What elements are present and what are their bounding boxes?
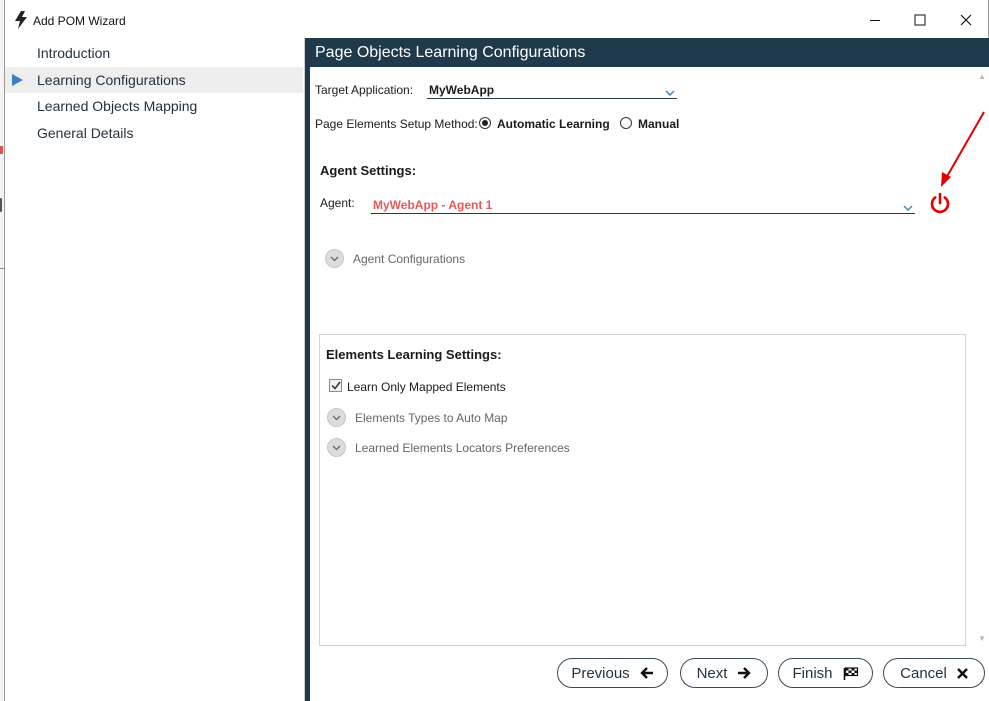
chevron-down-icon (325, 249, 344, 268)
wizard-page: Page Objects Learning Configurations ▲ ▼… (310, 38, 989, 701)
maximize-icon (914, 14, 926, 26)
previous-button-label: Previous (571, 664, 630, 682)
wizard-window: Add POM Wizard Introduction Learning Con… (4, 0, 989, 701)
chevron-down-icon (665, 84, 675, 102)
target-application-label: Target Application: (315, 83, 414, 97)
scroll-down-icon[interactable]: ▼ (978, 634, 986, 643)
agent-settings-heading: Agent Settings: (320, 163, 417, 178)
setup-method-label: Page Elements Setup Method: (315, 117, 478, 131)
cancel-button[interactable]: Cancel (883, 658, 985, 688)
maximize-button[interactable] (906, 8, 934, 32)
cancel-button-label: Cancel (900, 664, 947, 682)
finish-button[interactable]: Finish (778, 658, 873, 688)
minimize-button[interactable] (861, 8, 889, 32)
previous-button[interactable]: Previous (557, 658, 668, 688)
chevron-down-icon (327, 408, 346, 427)
target-application-value: MyWebApp (429, 83, 495, 97)
manual-radio[interactable] (620, 117, 632, 129)
manual-label[interactable]: Manual (638, 117, 679, 131)
sidebar-item-general-details[interactable]: General Details (5, 120, 303, 146)
locators-preferences-expander[interactable]: Learned Elements Locators Preferences (327, 438, 570, 457)
sidebar-item-learned-objects-mapping[interactable]: Learned Objects Mapping (5, 93, 303, 119)
bolt-icon (14, 11, 28, 29)
agent-select[interactable]: MyWebApp - Agent 1 (371, 194, 915, 214)
agent-configurations-expander[interactable]: Agent Configurations (325, 249, 465, 268)
elements-learning-settings-group: Elements Learning Settings: Learn Only M… (319, 334, 966, 646)
sidebar-item-label: Learning Configurations (37, 72, 186, 88)
next-button[interactable]: Next (680, 658, 768, 688)
current-step-arrow-icon (12, 74, 23, 86)
background-app-fragment (0, 146, 3, 154)
next-button-label: Next (696, 664, 728, 682)
arrow-right-icon (738, 667, 752, 679)
close-icon (960, 14, 972, 26)
learn-only-mapped-label[interactable]: Learn Only Mapped Elements (347, 380, 506, 394)
sidebar-item-label: Learned Objects Mapping (37, 98, 198, 114)
agent-value: MyWebApp - Agent 1 (373, 198, 493, 212)
sidebar-item-label: Introduction (37, 45, 111, 61)
sidebar-item-introduction[interactable]: Introduction (5, 40, 303, 66)
finish-button-label: Finish (792, 664, 833, 682)
automatic-learning-label[interactable]: Automatic Learning (497, 117, 610, 131)
target-application-select[interactable]: MyWebApp (427, 79, 677, 99)
chevron-down-icon (327, 438, 346, 457)
close-button[interactable] (952, 8, 980, 32)
wizard-steps-sidebar: Introduction Learning Configurations Lea… (5, 38, 305, 701)
checkmark-icon (330, 381, 341, 390)
page-title: Page Objects Learning Configurations (310, 38, 989, 67)
learn-only-mapped-checkbox[interactable] (329, 379, 342, 392)
x-icon (956, 667, 968, 679)
arrow-left-icon (639, 667, 653, 679)
title-bar[interactable]: Add POM Wizard (5, 0, 988, 40)
flag-icon (843, 666, 858, 680)
sidebar-item-label: General Details (37, 125, 134, 141)
window-title: Add POM Wizard (33, 14, 126, 28)
power-icon[interactable] (928, 191, 952, 220)
elements-learning-settings-heading: Elements Learning Settings: (326, 347, 502, 362)
annotation-arrow-icon (932, 110, 988, 195)
chevron-down-icon (903, 199, 913, 217)
elements-types-expander[interactable]: Elements Types to Auto Map (327, 408, 508, 427)
agent-label: Agent: (320, 196, 355, 210)
agent-configurations-label: Agent Configurations (353, 251, 466, 266)
minimize-icon (870, 20, 880, 21)
automatic-learning-radio[interactable] (479, 117, 491, 129)
elements-types-label: Elements Types to Auto Map (355, 410, 508, 425)
sidebar-item-learning-configurations[interactable]: Learning Configurations (5, 67, 303, 93)
locators-preferences-label: Learned Elements Locators Preferences (355, 440, 570, 455)
scroll-up-icon[interactable]: ▲ (978, 72, 986, 81)
